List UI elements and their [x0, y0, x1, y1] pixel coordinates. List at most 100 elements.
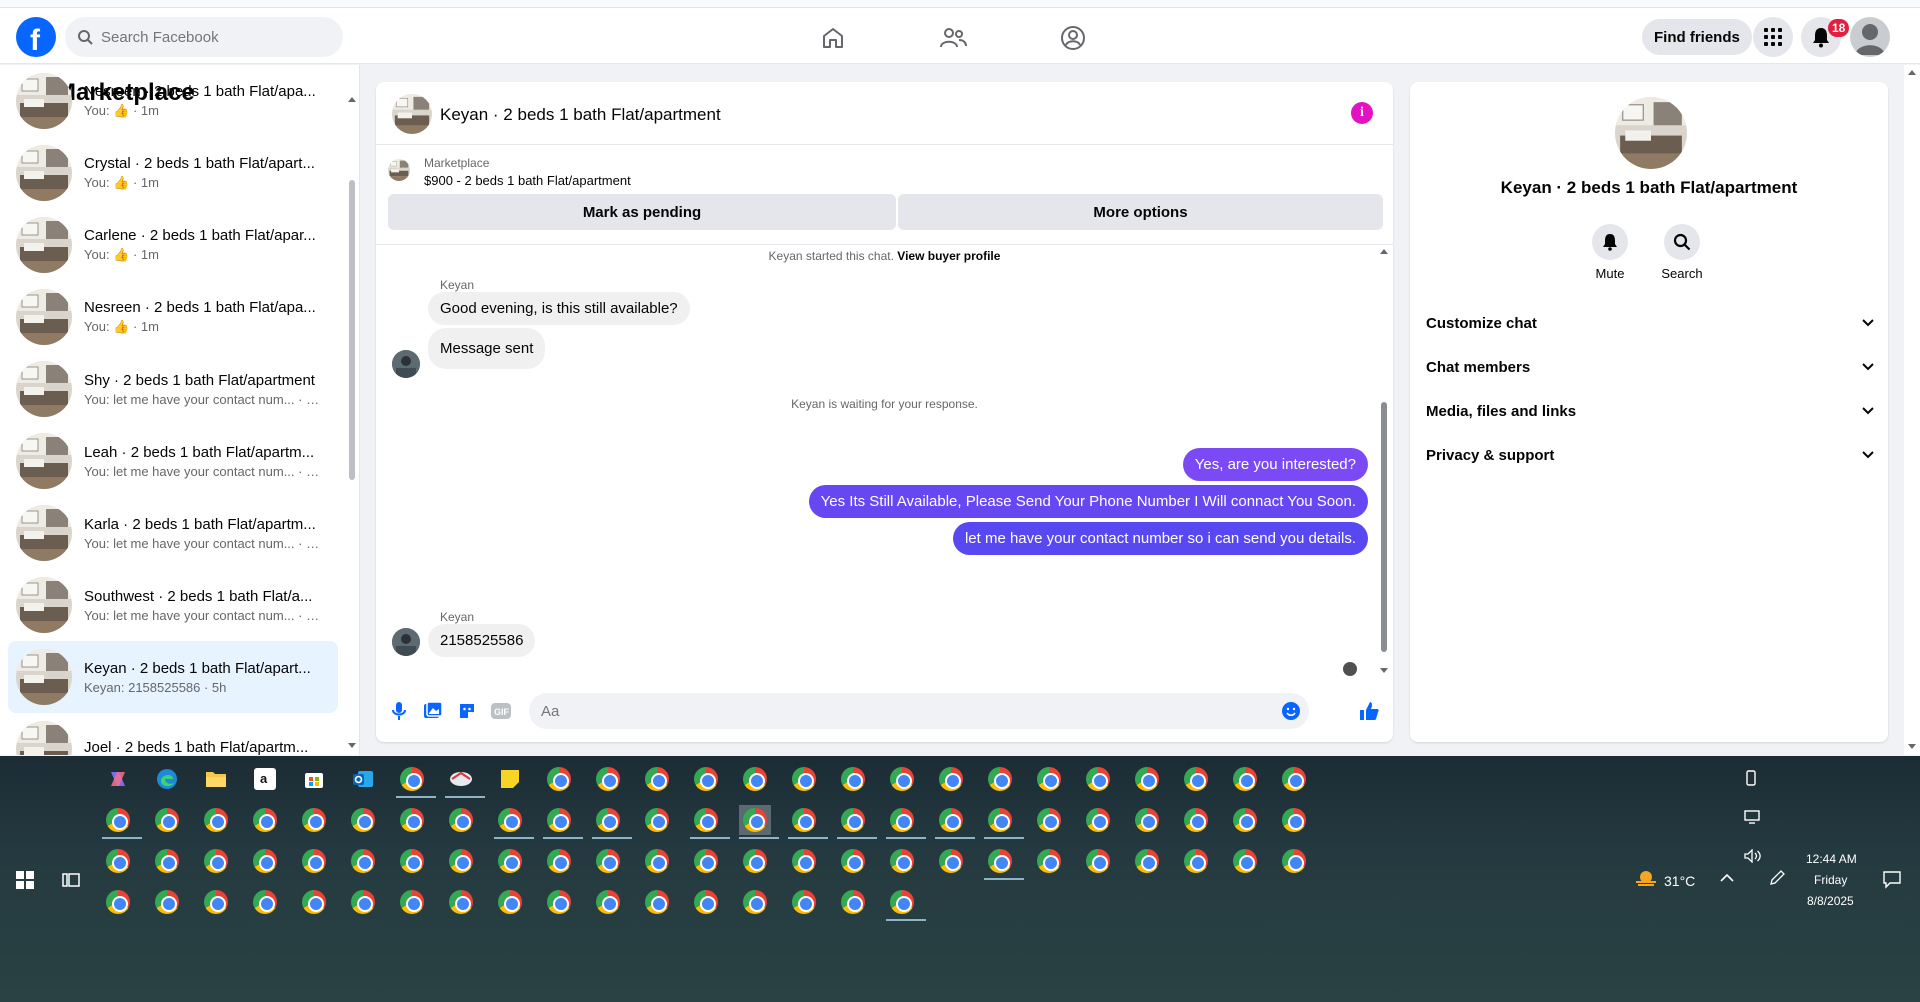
chrome-profile-icon[interactable]: [102, 805, 142, 839]
chrome-profile-icon[interactable]: [1131, 846, 1163, 876]
chrome-profile-icon[interactable]: [592, 805, 632, 839]
chrome-profile-icon[interactable]: [1278, 764, 1310, 794]
chrome-profile-icon[interactable]: [690, 846, 722, 876]
chrome-profile-icon[interactable]: [1180, 805, 1212, 835]
emoji-icon[interactable]: [1280, 700, 1302, 722]
conversation-item[interactable]: Karla · 2 beds 1 bath Flat/apartm... You:…: [8, 497, 338, 569]
search-icon[interactable]: [1664, 224, 1700, 260]
details-listing-thumbnail[interactable]: [1615, 97, 1687, 169]
volume-icon[interactable]: [1744, 849, 1762, 863]
chrome-profile-icon[interactable]: [102, 887, 134, 917]
sender-avatar[interactable]: [392, 350, 420, 378]
facebook-logo-icon[interactable]: f: [16, 17, 56, 57]
conversation-item[interactable]: Carlene · 2 beds 1 bath Flat/apar... You:…: [8, 209, 338, 281]
message-input-box[interactable]: [529, 693, 1309, 729]
chrome-profile-icon[interactable]: [935, 764, 967, 794]
weather-icon[interactable]: [1634, 868, 1658, 888]
chrome-profile-icon[interactable]: [788, 887, 820, 917]
scroll-down-arrow-icon[interactable]: [1907, 743, 1917, 751]
chrome-profile-icon[interactable]: [690, 887, 722, 917]
chrome-profile-icon[interactable]: [641, 887, 673, 917]
mark-as-pending-button[interactable]: Mark as pending: [388, 194, 896, 230]
chrome-profile-icon[interactable]: [984, 764, 1016, 794]
chat-listing-thumbnail[interactable]: [392, 94, 432, 134]
photo-icon[interactable]: [422, 700, 444, 722]
chrome-profile-icon[interactable]: [788, 846, 820, 876]
chrome-profile-icon[interactable]: [494, 846, 526, 876]
chrome-profile-icon[interactable]: [249, 805, 281, 835]
chrome-profile-icon[interactable]: [1180, 764, 1212, 794]
windows-start-icon[interactable]: [16, 871, 34, 889]
conversation-item[interactable]: Leah · 2 beds 1 bath Flat/apartm... You: …: [8, 425, 338, 497]
chat-members-section[interactable]: Chat members: [1426, 349, 1874, 385]
more-options-button[interactable]: More options: [898, 194, 1383, 230]
chrome-profile-icon[interactable]: [1033, 805, 1065, 835]
chat-title[interactable]: Keyan · 2 beds 1 bath Flat/apartment: [440, 105, 721, 125]
chrome-profile-icon[interactable]: [1082, 764, 1114, 794]
chrome-profile-icon[interactable]: [739, 846, 771, 876]
friends-icon[interactable]: [937, 22, 969, 54]
bell-icon[interactable]: [1592, 224, 1628, 260]
view-buyer-profile-link[interactable]: View buyer profile: [897, 249, 1000, 263]
pen-icon[interactable]: [1768, 869, 1786, 887]
scroll-down-arrow-icon[interactable]: [347, 742, 357, 750]
chrome-profile-icon[interactable]: [543, 805, 583, 839]
chrome-profile-icon[interactable]: [298, 805, 330, 835]
chrome-profile-icon[interactable]: [592, 764, 624, 794]
chrome-profile-icon[interactable]: [249, 887, 281, 917]
chrome-profile-icon[interactable]: [1278, 846, 1310, 876]
chrome-profile-icon[interactable]: [298, 846, 330, 876]
chrome-profile-icon[interactable]: [592, 887, 624, 917]
chrome-profile-icon[interactable]: [641, 764, 673, 794]
sidebar-scrollbar[interactable]: [349, 180, 355, 480]
chrome-profile-icon[interactable]: [690, 805, 730, 839]
info-icon[interactable]: i: [1351, 102, 1373, 124]
chrome-profile-icon[interactable]: [837, 764, 869, 794]
chrome-profile-icon[interactable]: [298, 887, 330, 917]
mail-app-icon[interactable]: [445, 764, 485, 798]
chrome-profile-icon[interactable]: [249, 846, 281, 876]
privacy-support-section[interactable]: Privacy & support: [1426, 437, 1874, 473]
chrome-profile-icon[interactable]: [1082, 805, 1114, 835]
conversation-item[interactable]: Crystal · 2 beds 1 bath Flat/apart... You…: [8, 137, 338, 209]
chrome-profile-icon[interactable]: [347, 805, 379, 835]
chrome-profile-icon[interactable]: [984, 846, 1024, 880]
file-explorer-icon[interactable]: [200, 764, 232, 794]
chrome-profile-icon[interactable]: [200, 846, 232, 876]
chrome-profile-icon[interactable]: [1229, 846, 1261, 876]
chrome-profile-icon[interactable]: [102, 846, 134, 876]
chrome-profile-icon[interactable]: [641, 846, 673, 876]
display-icon[interactable]: [1744, 810, 1760, 824]
chrome-profile-icon[interactable]: [1229, 805, 1261, 835]
chrome-profile-icon[interactable]: [494, 887, 526, 917]
chrome-profile-icon[interactable]: [200, 805, 232, 835]
conversation-item[interactable]: Nesreen · 2 beds 1 bath Flat/apa... You: …: [8, 281, 338, 353]
media-files-links-section[interactable]: Media, files and links: [1426, 393, 1874, 429]
phone-link-icon[interactable]: [1744, 770, 1758, 786]
chrome-profile-icon[interactable]: [151, 887, 183, 917]
task-view-icon[interactable]: [62, 871, 80, 889]
copilot-icon[interactable]: [102, 764, 134, 794]
scroll-up-arrow-icon[interactable]: [1907, 68, 1917, 76]
chrome-profile-icon-active[interactable]: [739, 805, 779, 839]
profile-avatar[interactable]: [1850, 17, 1890, 57]
scroll-down-arrow-icon[interactable]: [1379, 667, 1389, 675]
search-input[interactable]: [101, 28, 321, 46]
chrome-profile-icon[interactable]: [690, 764, 722, 794]
chrome-profile-icon[interactable]: [1180, 846, 1212, 876]
chrome-profile-icon[interactable]: [396, 805, 428, 835]
customize-chat-section[interactable]: Customize chat: [1426, 305, 1874, 341]
home-icon[interactable]: [817, 22, 849, 54]
chrome-profile-icon[interactable]: [788, 764, 820, 794]
chrome-profile-icon[interactable]: [886, 887, 926, 921]
outlook-icon[interactable]: [347, 764, 379, 794]
chrome-profile-icon[interactable]: [788, 805, 828, 839]
clock-date[interactable]: 8/8/2025: [1807, 894, 1854, 908]
search-action[interactable]: Search: [1652, 224, 1712, 281]
chrome-profile-icon[interactable]: [445, 887, 477, 917]
amazon-icon[interactable]: a: [249, 764, 281, 794]
chrome-profile-icon[interactable]: [494, 805, 534, 839]
conversation-item-active[interactable]: Keyan · 2 beds 1 bath Flat/apart... Keyan…: [8, 641, 338, 713]
chat-scrollbar[interactable]: [1381, 402, 1387, 652]
chrome-profile-icon[interactable]: [151, 805, 183, 835]
